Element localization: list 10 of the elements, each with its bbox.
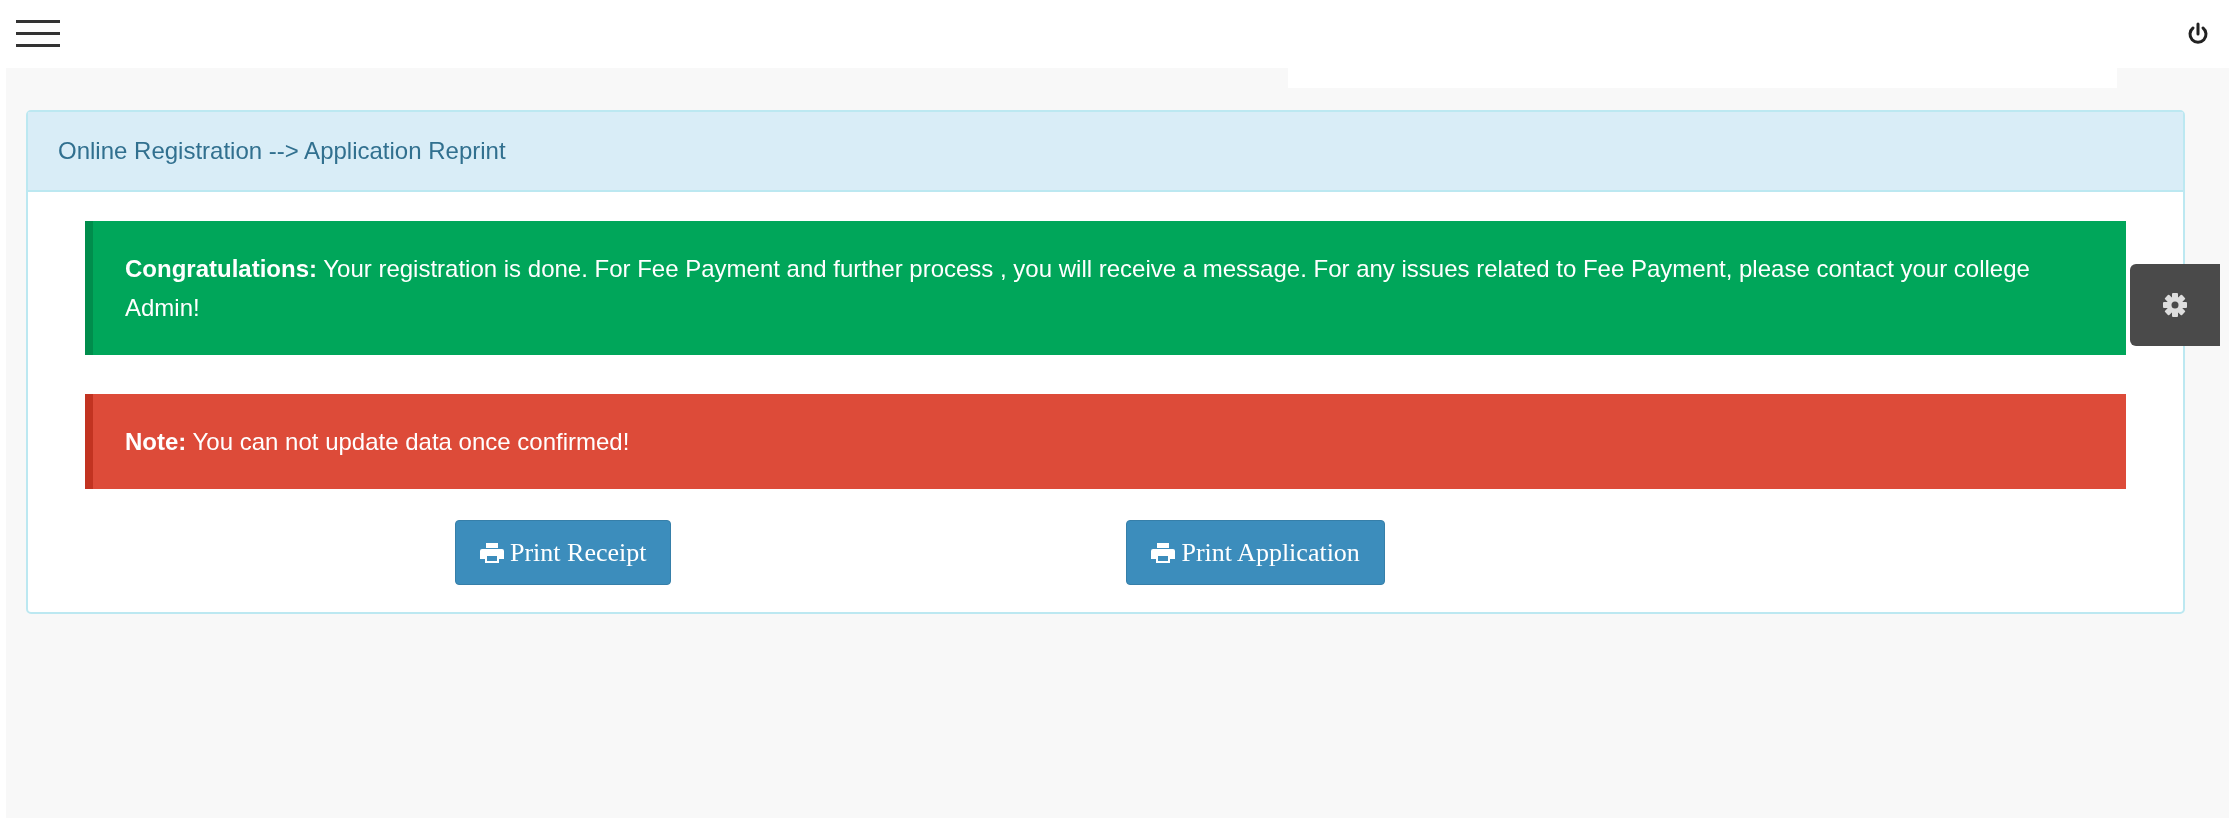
note-alert: Note: You can not update data once confirmed! xyxy=(85,394,2126,489)
success-alert: Congratulations: Your registration is done. For Fee Payment and further process , you will receive a message. For any issues related to Fee Payment, please contact your college Admin! xyxy=(85,221,2126,355)
power-icon[interactable] xyxy=(2187,22,2209,46)
breadcrumb-title: Online Registration --> Application Reprint xyxy=(58,137,506,165)
print-button[interactable]: Print Receipt xyxy=(455,520,672,585)
printer-icon xyxy=(1151,541,1176,564)
settings-tab[interactable] xyxy=(2130,264,2220,346)
printer-icon xyxy=(480,541,504,564)
print-button[interactable]: Print Application xyxy=(1126,520,1385,585)
menu-icon[interactable] xyxy=(16,18,60,50)
